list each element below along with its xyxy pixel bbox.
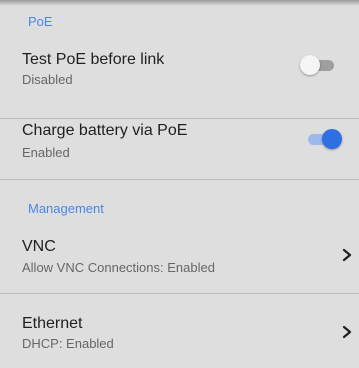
divider xyxy=(0,179,359,180)
chevron-right-icon xyxy=(342,325,352,339)
setting-title: VNC xyxy=(22,238,56,255)
setting-title: Test PoE before link xyxy=(22,51,165,68)
setting-title: Ethernet xyxy=(22,315,83,332)
setting-row-test-poe[interactable]: Test PoE before link Disabled xyxy=(0,44,359,118)
toggle-thumb xyxy=(322,129,342,149)
test-poe-toggle[interactable] xyxy=(300,54,336,76)
setting-row-ethernet[interactable]: Ethernet DHCP: Enabled xyxy=(0,294,359,368)
setting-status: Disabled xyxy=(22,72,73,87)
section-header-management: Management xyxy=(28,201,104,216)
toggle-thumb xyxy=(300,55,320,75)
setting-status: Allow VNC Connections: Enabled xyxy=(22,260,215,275)
top-shadow xyxy=(0,0,359,6)
section-header-poe: PoE xyxy=(28,14,53,29)
setting-row-vnc[interactable]: VNC Allow VNC Connections: Enabled xyxy=(0,230,359,293)
setting-title: Charge battery via PoE xyxy=(22,122,188,139)
chevron-right-icon xyxy=(342,248,352,262)
setting-status: Enabled xyxy=(22,145,70,160)
setting-status: DHCP: Enabled xyxy=(22,336,114,351)
setting-row-charge-battery[interactable]: Charge battery via PoE Enabled xyxy=(0,119,359,179)
charge-battery-toggle[interactable] xyxy=(306,128,342,150)
